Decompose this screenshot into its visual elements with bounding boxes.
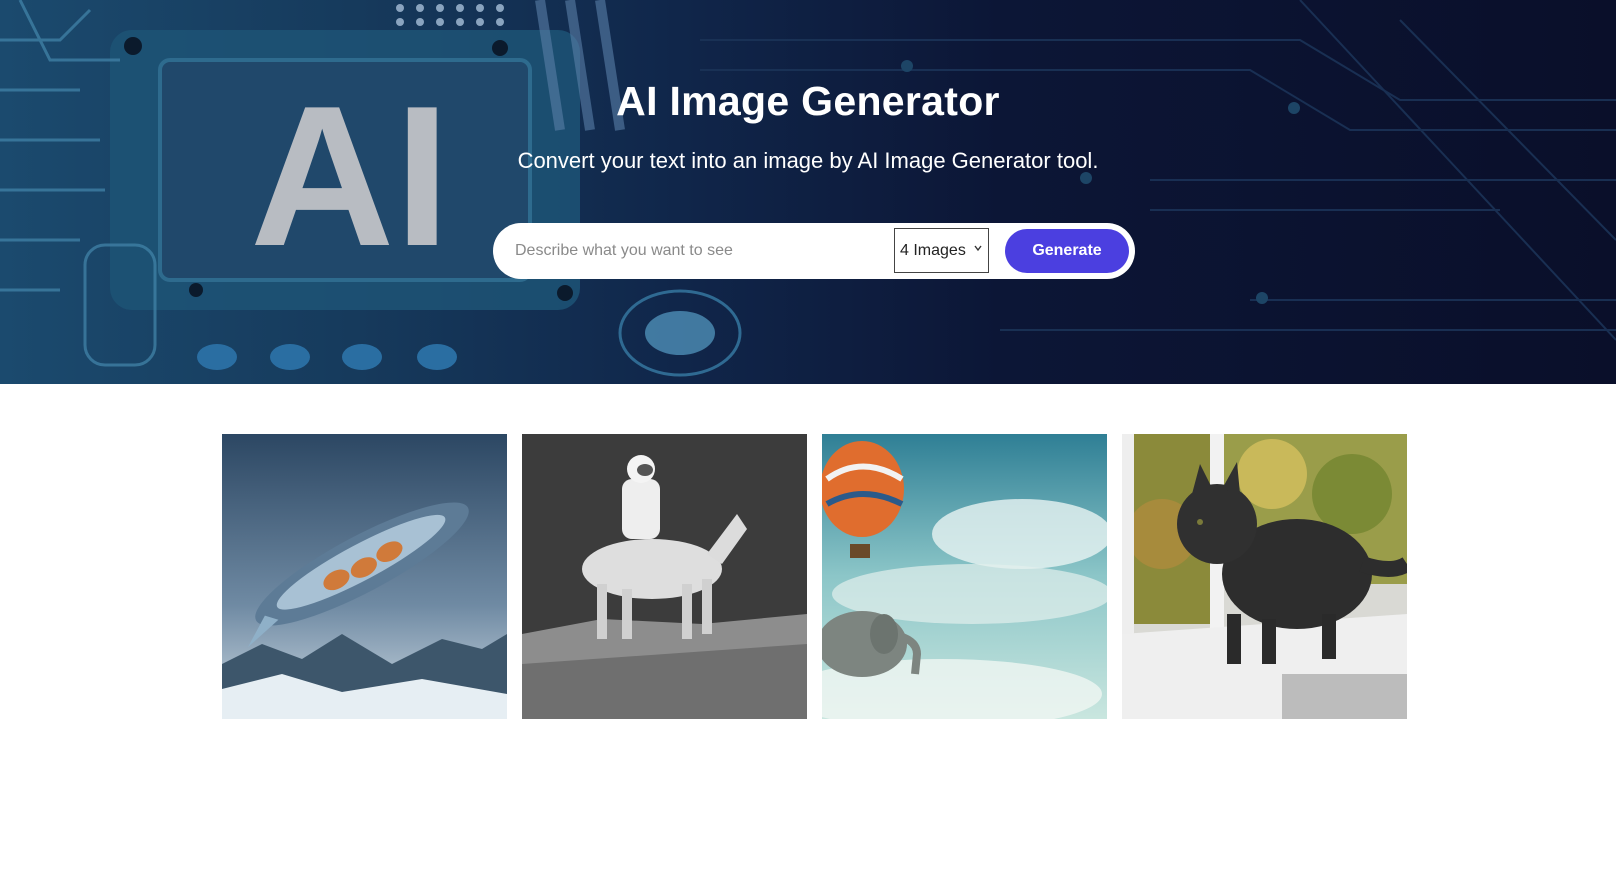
- chevron-down-icon: [974, 245, 982, 252]
- generated-image-black-cat[interactable]: [1122, 434, 1407, 719]
- generated-images-gallery: [222, 434, 1408, 719]
- generated-image-spaceship[interactable]: [222, 434, 507, 719]
- circuit-board-background: AI: [0, 0, 1616, 377]
- prompt-form: 4 Images Generate: [493, 223, 1135, 279]
- hero-banner: AI AI Image Generator Convert your text …: [0, 0, 1616, 384]
- image-count-value: 4 Images: [900, 241, 966, 259]
- page-title: AI Image Generator: [616, 78, 1000, 124]
- generated-image-elephant-balloon[interactable]: [822, 434, 1107, 719]
- generate-button[interactable]: Generate: [1005, 229, 1129, 273]
- page-subtitle: Convert your text into an image by AI Im…: [517, 148, 1099, 173]
- prompt-input[interactable]: [515, 233, 875, 269]
- generated-image-astronaut-horse[interactable]: [522, 434, 807, 719]
- image-count-select[interactable]: 4 Images: [894, 228, 989, 273]
